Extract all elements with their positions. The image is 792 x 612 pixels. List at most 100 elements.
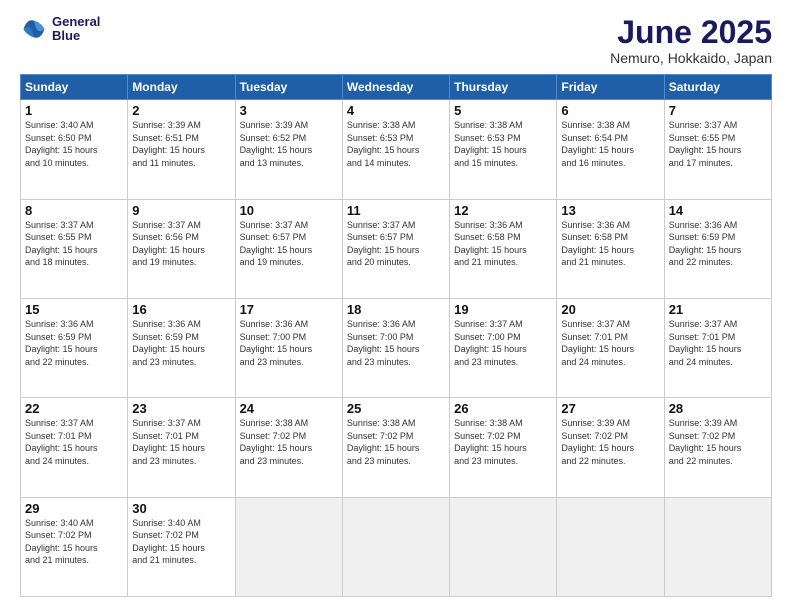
calendar-cell: 28Sunrise: 3:39 AMSunset: 7:02 PMDayligh…	[664, 398, 771, 497]
calendar-cell: 12Sunrise: 3:36 AMSunset: 6:58 PMDayligh…	[450, 199, 557, 298]
logo-icon	[20, 15, 48, 43]
calendar-cell: 2Sunrise: 3:39 AMSunset: 6:51 PMDaylight…	[128, 100, 235, 199]
location: Nemuro, Hokkaido, Japan	[610, 50, 772, 66]
day-info: Sunrise: 3:37 AMSunset: 6:57 PMDaylight:…	[347, 219, 445, 269]
day-number: 25	[347, 401, 445, 416]
day-info: Sunrise: 3:38 AMSunset: 6:54 PMDaylight:…	[561, 119, 659, 169]
calendar-cell: 25Sunrise: 3:38 AMSunset: 7:02 PMDayligh…	[342, 398, 449, 497]
day-info: Sunrise: 3:40 AMSunset: 7:02 PMDaylight:…	[132, 517, 230, 567]
day-info: Sunrise: 3:36 AMSunset: 7:00 PMDaylight:…	[347, 318, 445, 368]
col-header-monday: Monday	[128, 75, 235, 100]
calendar-cell: 17Sunrise: 3:36 AMSunset: 7:00 PMDayligh…	[235, 298, 342, 397]
day-number: 7	[669, 103, 767, 118]
calendar-cell: 7Sunrise: 3:37 AMSunset: 6:55 PMDaylight…	[664, 100, 771, 199]
logo-text: General Blue	[52, 15, 100, 44]
day-number: 27	[561, 401, 659, 416]
calendar-cell: 3Sunrise: 3:39 AMSunset: 6:52 PMDaylight…	[235, 100, 342, 199]
calendar-cell	[664, 497, 771, 596]
day-number: 17	[240, 302, 338, 317]
day-number: 1	[25, 103, 123, 118]
day-info: Sunrise: 3:38 AMSunset: 6:53 PMDaylight:…	[454, 119, 552, 169]
day-number: 8	[25, 203, 123, 218]
day-info: Sunrise: 3:38 AMSunset: 6:53 PMDaylight:…	[347, 119, 445, 169]
col-header-saturday: Saturday	[664, 75, 771, 100]
calendar-cell	[450, 497, 557, 596]
day-info: Sunrise: 3:39 AMSunset: 6:52 PMDaylight:…	[240, 119, 338, 169]
title-area: June 2025 Nemuro, Hokkaido, Japan	[610, 15, 772, 66]
day-info: Sunrise: 3:36 AMSunset: 7:00 PMDaylight:…	[240, 318, 338, 368]
day-number: 14	[669, 203, 767, 218]
col-header-friday: Friday	[557, 75, 664, 100]
day-number: 22	[25, 401, 123, 416]
calendar-cell: 1Sunrise: 3:40 AMSunset: 6:50 PMDaylight…	[21, 100, 128, 199]
day-number: 23	[132, 401, 230, 416]
col-header-wednesday: Wednesday	[342, 75, 449, 100]
calendar-cell: 29Sunrise: 3:40 AMSunset: 7:02 PMDayligh…	[21, 497, 128, 596]
day-number: 11	[347, 203, 445, 218]
day-info: Sunrise: 3:37 AMSunset: 7:00 PMDaylight:…	[454, 318, 552, 368]
day-number: 15	[25, 302, 123, 317]
day-number: 28	[669, 401, 767, 416]
day-info: Sunrise: 3:37 AMSunset: 6:57 PMDaylight:…	[240, 219, 338, 269]
day-info: Sunrise: 3:39 AMSunset: 7:02 PMDaylight:…	[669, 417, 767, 467]
calendar-cell: 26Sunrise: 3:38 AMSunset: 7:02 PMDayligh…	[450, 398, 557, 497]
calendar-cell: 30Sunrise: 3:40 AMSunset: 7:02 PMDayligh…	[128, 497, 235, 596]
calendar-cell: 21Sunrise: 3:37 AMSunset: 7:01 PMDayligh…	[664, 298, 771, 397]
day-info: Sunrise: 3:38 AMSunset: 7:02 PMDaylight:…	[454, 417, 552, 467]
calendar-cell: 27Sunrise: 3:39 AMSunset: 7:02 PMDayligh…	[557, 398, 664, 497]
day-info: Sunrise: 3:39 AMSunset: 7:02 PMDaylight:…	[561, 417, 659, 467]
col-header-sunday: Sunday	[21, 75, 128, 100]
calendar-cell: 19Sunrise: 3:37 AMSunset: 7:00 PMDayligh…	[450, 298, 557, 397]
week-row-4: 29Sunrise: 3:40 AMSunset: 7:02 PMDayligh…	[21, 497, 772, 596]
col-header-thursday: Thursday	[450, 75, 557, 100]
calendar-cell: 18Sunrise: 3:36 AMSunset: 7:00 PMDayligh…	[342, 298, 449, 397]
day-number: 10	[240, 203, 338, 218]
day-number: 12	[454, 203, 552, 218]
day-number: 24	[240, 401, 338, 416]
calendar-cell	[342, 497, 449, 596]
day-info: Sunrise: 3:38 AMSunset: 7:02 PMDaylight:…	[347, 417, 445, 467]
day-info: Sunrise: 3:37 AMSunset: 6:55 PMDaylight:…	[25, 219, 123, 269]
logo: General Blue	[20, 15, 100, 44]
week-row-3: 22Sunrise: 3:37 AMSunset: 7:01 PMDayligh…	[21, 398, 772, 497]
day-info: Sunrise: 3:36 AMSunset: 6:59 PMDaylight:…	[132, 318, 230, 368]
calendar-cell: 11Sunrise: 3:37 AMSunset: 6:57 PMDayligh…	[342, 199, 449, 298]
calendar-cell: 9Sunrise: 3:37 AMSunset: 6:56 PMDaylight…	[128, 199, 235, 298]
logo-line2: Blue	[52, 29, 100, 43]
calendar-cell: 4Sunrise: 3:38 AMSunset: 6:53 PMDaylight…	[342, 100, 449, 199]
calendar-cell: 13Sunrise: 3:36 AMSunset: 6:58 PMDayligh…	[557, 199, 664, 298]
day-info: Sunrise: 3:36 AMSunset: 6:58 PMDaylight:…	[454, 219, 552, 269]
day-info: Sunrise: 3:40 AMSunset: 6:50 PMDaylight:…	[25, 119, 123, 169]
day-number: 16	[132, 302, 230, 317]
day-number: 19	[454, 302, 552, 317]
calendar-cell: 22Sunrise: 3:37 AMSunset: 7:01 PMDayligh…	[21, 398, 128, 497]
calendar-cell: 5Sunrise: 3:38 AMSunset: 6:53 PMDaylight…	[450, 100, 557, 199]
calendar-cell: 14Sunrise: 3:36 AMSunset: 6:59 PMDayligh…	[664, 199, 771, 298]
calendar-table: SundayMondayTuesdayWednesdayThursdayFrid…	[20, 74, 772, 597]
day-number: 2	[132, 103, 230, 118]
calendar-cell: 15Sunrise: 3:36 AMSunset: 6:59 PMDayligh…	[21, 298, 128, 397]
day-number: 9	[132, 203, 230, 218]
day-number: 3	[240, 103, 338, 118]
calendar-cell	[235, 497, 342, 596]
day-number: 20	[561, 302, 659, 317]
day-info: Sunrise: 3:36 AMSunset: 6:59 PMDaylight:…	[25, 318, 123, 368]
calendar-cell: 16Sunrise: 3:36 AMSunset: 6:59 PMDayligh…	[128, 298, 235, 397]
day-number: 29	[25, 501, 123, 516]
day-number: 30	[132, 501, 230, 516]
calendar-cell: 20Sunrise: 3:37 AMSunset: 7:01 PMDayligh…	[557, 298, 664, 397]
calendar-cell: 10Sunrise: 3:37 AMSunset: 6:57 PMDayligh…	[235, 199, 342, 298]
day-info: Sunrise: 3:37 AMSunset: 7:01 PMDaylight:…	[132, 417, 230, 467]
day-number: 4	[347, 103, 445, 118]
day-info: Sunrise: 3:37 AMSunset: 6:55 PMDaylight:…	[669, 119, 767, 169]
day-info: Sunrise: 3:36 AMSunset: 6:58 PMDaylight:…	[561, 219, 659, 269]
calendar-cell: 8Sunrise: 3:37 AMSunset: 6:55 PMDaylight…	[21, 199, 128, 298]
week-row-0: 1Sunrise: 3:40 AMSunset: 6:50 PMDaylight…	[21, 100, 772, 199]
header: General Blue June 2025 Nemuro, Hokkaido,…	[20, 15, 772, 66]
week-row-1: 8Sunrise: 3:37 AMSunset: 6:55 PMDaylight…	[21, 199, 772, 298]
day-number: 26	[454, 401, 552, 416]
day-info: Sunrise: 3:37 AMSunset: 7:01 PMDaylight:…	[25, 417, 123, 467]
day-info: Sunrise: 3:40 AMSunset: 7:02 PMDaylight:…	[25, 517, 123, 567]
day-info: Sunrise: 3:38 AMSunset: 7:02 PMDaylight:…	[240, 417, 338, 467]
day-number: 5	[454, 103, 552, 118]
